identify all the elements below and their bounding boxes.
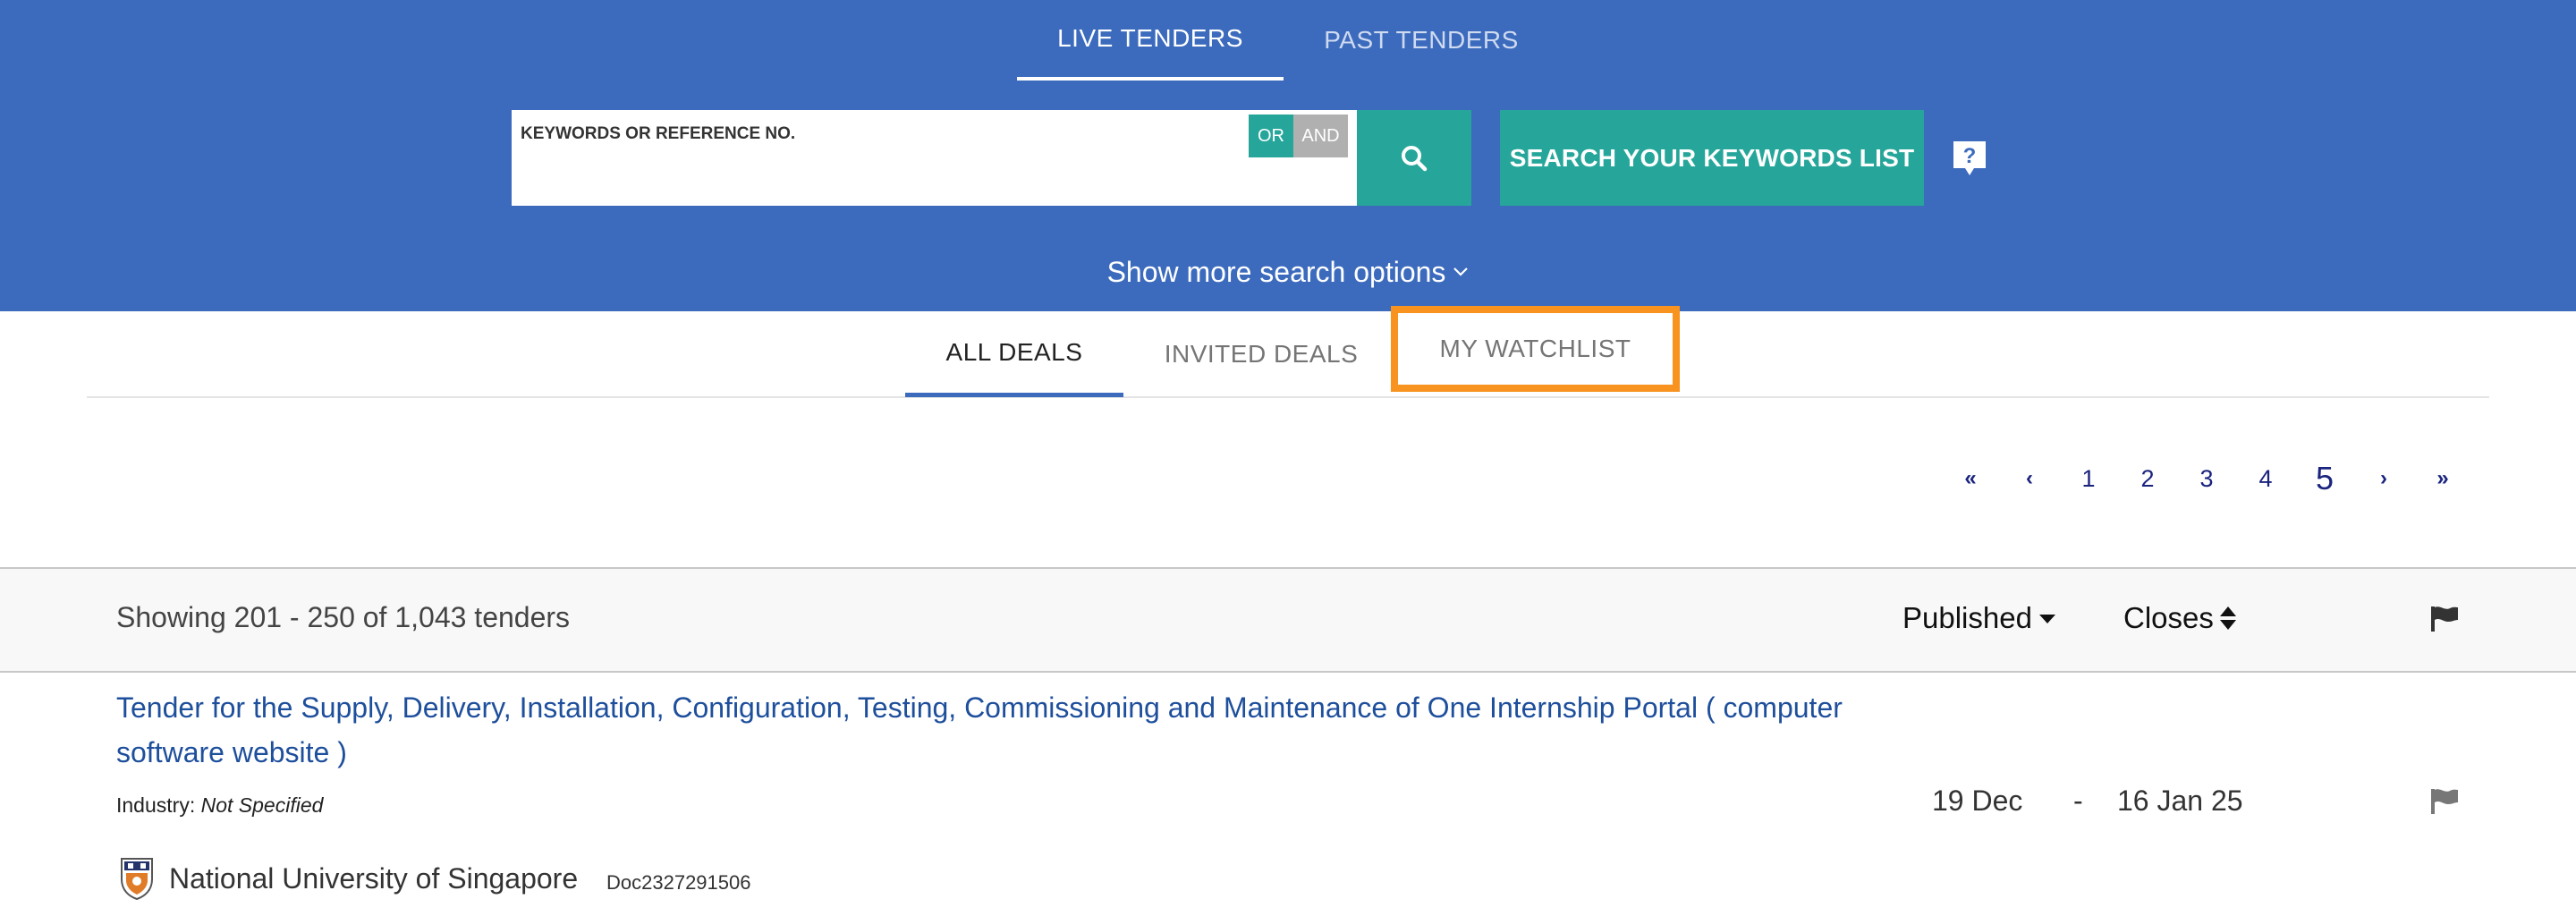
tab-my-watchlist[interactable]: MY WATCHLIST bbox=[1391, 306, 1680, 392]
sort-published-button[interactable]: Published bbox=[1902, 601, 2057, 635]
page-link-3[interactable]: 3 bbox=[2177, 465, 2236, 493]
flag-icon bbox=[2431, 789, 2458, 814]
tender-title-link[interactable]: Tender for the Supply, Delivery, Install… bbox=[116, 685, 1905, 775]
chevron-down-icon bbox=[1453, 267, 1469, 276]
search-box bbox=[512, 110, 1357, 206]
page-first-link[interactable]: « bbox=[1941, 466, 2000, 491]
organization-name: National University of Singapore bbox=[169, 862, 579, 895]
sort-published-label: Published bbox=[1902, 601, 2032, 634]
search-button[interactable] bbox=[1357, 110, 1471, 206]
sort-icon bbox=[2219, 606, 2236, 630]
organization-logo bbox=[119, 856, 155, 901]
results-header: Showing 201 - 250 of 1,043 tenders Publi… bbox=[0, 567, 2576, 673]
page-next-link[interactable]: › bbox=[2354, 466, 2413, 491]
page-link-current[interactable]: 5 bbox=[2295, 460, 2354, 497]
page-link-4[interactable]: 4 bbox=[2236, 465, 2295, 493]
page-prev-link[interactable]: ‹ bbox=[2000, 466, 2059, 491]
more-search-options-toggle[interactable]: Show more search options bbox=[1073, 250, 1503, 293]
search-input[interactable] bbox=[521, 121, 1102, 148]
watchlist-flag-button[interactable] bbox=[2429, 787, 2460, 820]
svg-text:?: ? bbox=[1963, 144, 1977, 168]
caret-down-icon bbox=[2038, 615, 2055, 623]
date-separator: - bbox=[2073, 785, 2083, 817]
page-link-2[interactable]: 2 bbox=[2118, 465, 2177, 493]
tab-past-tenders[interactable]: PAST TENDERS bbox=[1284, 0, 1559, 81]
search-header: LIVE TENDERS PAST TENDERS OR AND SEARCH … bbox=[0, 0, 2576, 311]
tender-published-date: 19 Dec bbox=[1932, 785, 2023, 817]
help-button[interactable]: ? bbox=[1951, 139, 1988, 178]
page-last-link[interactable]: » bbox=[2413, 466, 2472, 491]
sort-closes-label: Closes bbox=[2123, 601, 2214, 634]
results-count: Showing 201 - 250 of 1,043 tenders bbox=[116, 601, 571, 633]
tab-live-tenders[interactable]: LIVE TENDERS bbox=[1017, 0, 1284, 81]
industry-label: Industry: bbox=[116, 793, 196, 817]
pagination: « ‹ 1 2 3 4 5 › » bbox=[1941, 456, 2472, 501]
search-icon bbox=[1402, 145, 1428, 171]
tender-industry: Industry: Not Specified bbox=[116, 793, 323, 818]
question-icon: ? bbox=[1953, 141, 1986, 175]
page-link-1[interactable]: 1 bbox=[2059, 465, 2118, 493]
tender-closing-date: 16 Jan 25 bbox=[2117, 785, 2243, 817]
sort-closes-button[interactable]: Closes bbox=[2123, 601, 2237, 635]
watchlist-flag-header[interactable] bbox=[2429, 605, 2460, 638]
document-reference: Doc2327291506 bbox=[606, 871, 751, 894]
or-toggle-button[interactable]: OR bbox=[1249, 114, 1293, 157]
more-options-label: Show more search options bbox=[1106, 255, 1446, 288]
search-keywords-list-button[interactable]: SEARCH YOUR KEYWORDS LIST bbox=[1500, 110, 1924, 206]
tab-invited-deals[interactable]: INVITED DEALS bbox=[1145, 311, 1377, 397]
and-toggle-button[interactable]: AND bbox=[1293, 114, 1348, 157]
tab-all-deals[interactable]: ALL DEALS bbox=[905, 311, 1123, 397]
flag-icon bbox=[2431, 606, 2458, 632]
industry-value: Not Specified bbox=[200, 793, 324, 817]
university-crest-icon bbox=[121, 858, 153, 901]
